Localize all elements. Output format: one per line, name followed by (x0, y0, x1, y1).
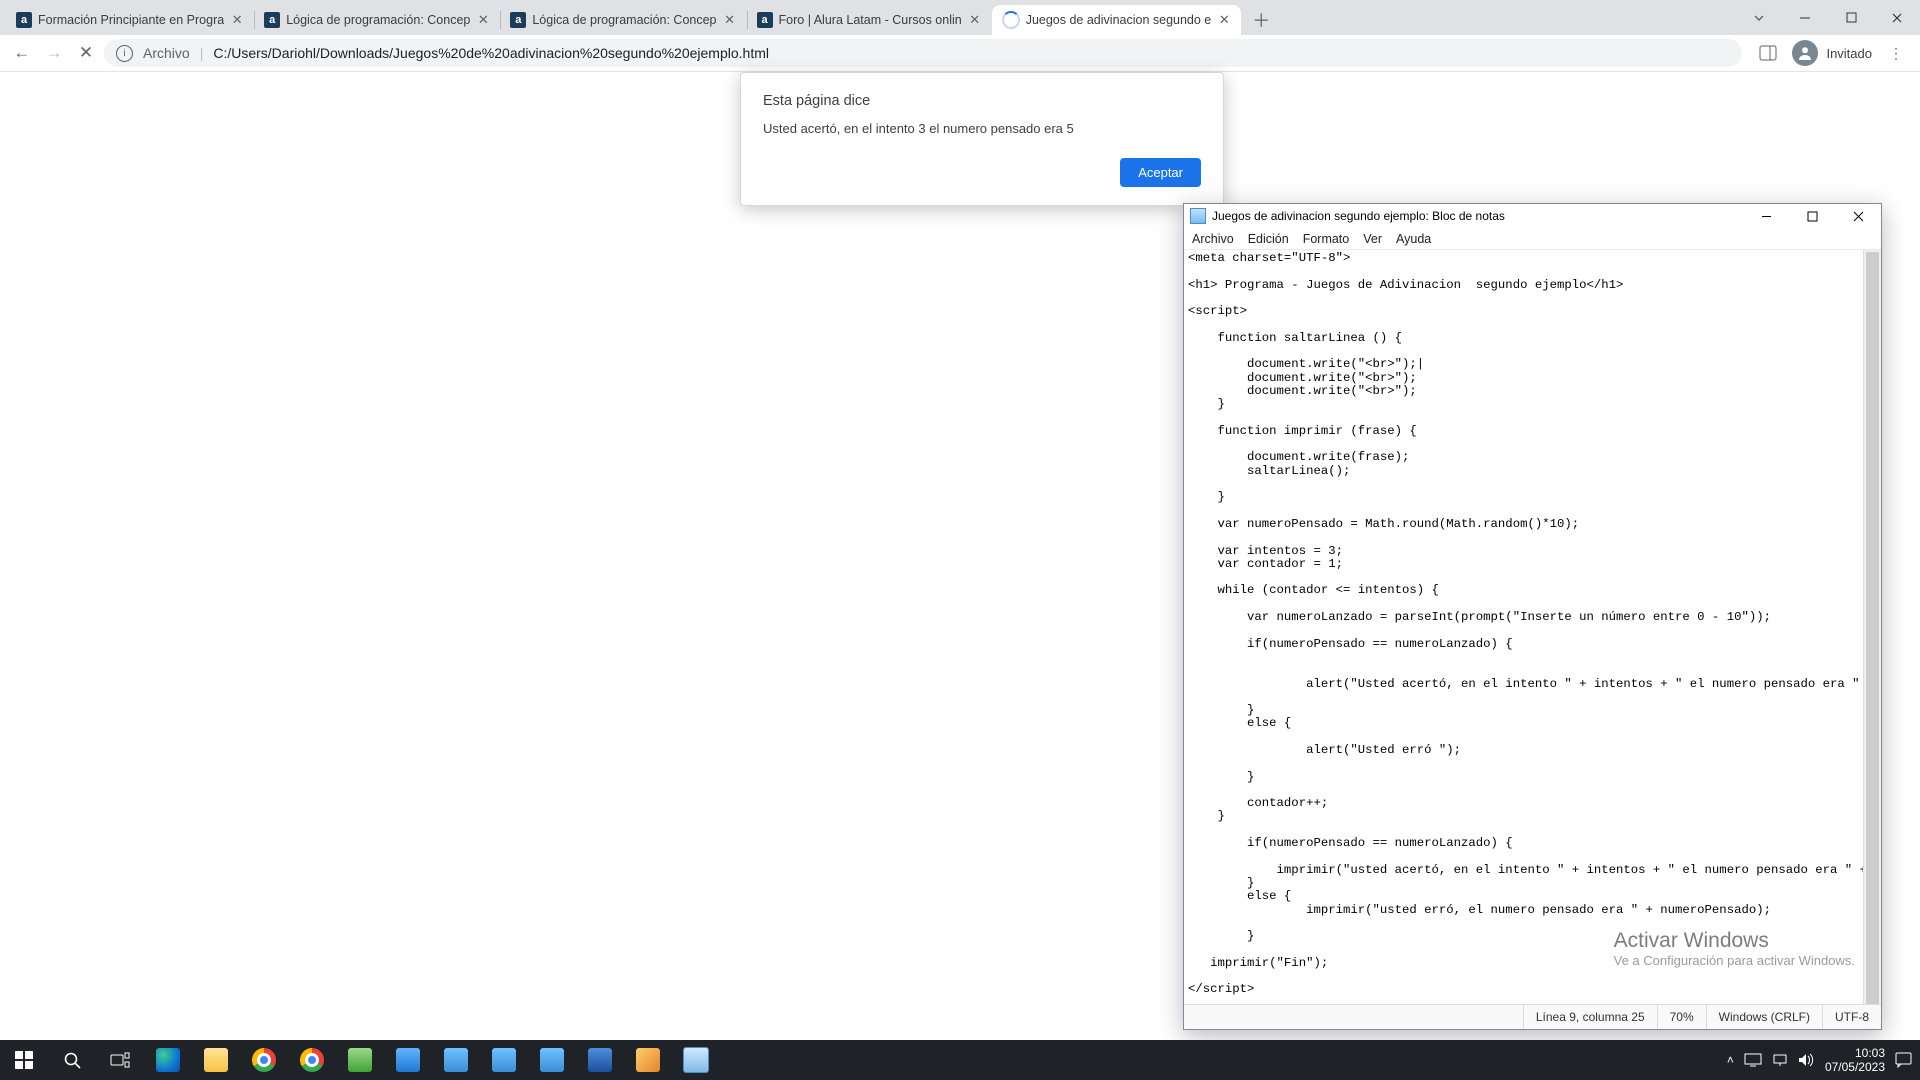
taskbar-app-edge[interactable] (144, 1040, 192, 1080)
alert-accept-button[interactable]: Aceptar (1120, 158, 1201, 187)
tab-label: Lógica de programación: Concep (532, 13, 716, 27)
window-controls (1736, 0, 1920, 35)
tray-date: 07/05/2023 (1825, 1060, 1885, 1074)
close-icon[interactable] (1835, 204, 1881, 228)
menu-format[interactable]: Formato (1303, 232, 1350, 246)
loading-icon (1002, 11, 1020, 29)
tray-chevron-icon[interactable]: ˄ (1727, 1053, 1734, 1067)
taskbar-app-explorer[interactable] (192, 1040, 240, 1080)
close-icon[interactable]: ✕ (968, 13, 982, 27)
taskbar-app-chrome[interactable] (240, 1040, 288, 1080)
taskbar-app-paint[interactable] (624, 1040, 672, 1080)
forward-button[interactable]: → (40, 39, 68, 67)
tab-label: Formación Principiante en Progra (38, 13, 224, 27)
minimize-icon[interactable] (1782, 0, 1828, 35)
file-info-icon: i (116, 45, 133, 62)
tray-time: 10:03 (1825, 1046, 1885, 1060)
alert-title: Esta página dice (763, 93, 1201, 109)
tab-0[interactable]: a Formación Principiante en Progra ✕ (6, 5, 254, 35)
taskbar: ˄ 10:03 07/05/2023 (0, 1040, 1920, 1080)
notepad-content[interactable]: <meta charset="UTF-8"> <h1> Programa - J… (1184, 250, 1881, 999)
notepad-menubar: Archivo Edición Formato Ver Ayuda (1184, 228, 1881, 250)
taskbar-app-5[interactable] (336, 1040, 384, 1080)
status-eol: Windows (CRLF) (1706, 1005, 1822, 1029)
tab-label: Foro | Alura Latam - Cursos onlin (779, 13, 962, 27)
profile-label: Invitado (1826, 46, 1872, 61)
tray-network-icon[interactable] (1772, 1053, 1788, 1067)
menu-kebab-icon[interactable]: ⋮ (1880, 37, 1912, 69)
taskbar-app-chrome-canary[interactable] (288, 1040, 336, 1080)
menu-view[interactable]: Ver (1363, 232, 1382, 246)
tab-4-active[interactable]: Juegos de adivinacion segundo e ✕ (992, 5, 1242, 35)
js-alert-dialog: Esta página dice Usted acertó, en el int… (740, 72, 1224, 206)
favicon-icon: a (264, 12, 280, 28)
favicon-icon: a (510, 12, 526, 28)
stop-button[interactable]: ✕ (72, 39, 100, 67)
status-caret: Línea 9, columna 25 (1523, 1005, 1657, 1029)
close-icon[interactable]: ✕ (723, 13, 737, 27)
tab-label: Lógica de programación: Concep (286, 13, 470, 27)
taskbar-app-8[interactable] (480, 1040, 528, 1080)
favicon-icon: a (757, 12, 773, 28)
close-icon[interactable]: ✕ (1217, 13, 1231, 27)
notepad-icon (1190, 208, 1206, 224)
tab-1[interactable]: a Lógica de programación: Concep ✕ (254, 5, 500, 35)
taskview-button[interactable] (96, 1040, 144, 1080)
taskbar-app-9[interactable] (528, 1040, 576, 1080)
menu-help[interactable]: Ayuda (1396, 232, 1431, 246)
status-encoding: UTF-8 (1822, 1005, 1881, 1029)
taskbar-app-10[interactable] (576, 1040, 624, 1080)
start-button[interactable] (0, 1040, 48, 1080)
scrollbar-vertical[interactable] (1863, 250, 1881, 1004)
notepad-title: Juegos de adivinacion segundo ejemplo: B… (1212, 209, 1505, 223)
menu-edit[interactable]: Edición (1248, 232, 1289, 246)
taskbar-app-7[interactable] (432, 1040, 480, 1080)
separator: | (200, 45, 204, 61)
favicon-icon: a (16, 12, 32, 28)
url-path: C:/Users/Dariohl/Downloads/Juegos%20de%2… (213, 45, 769, 61)
taskbar-app-notepad[interactable] (672, 1040, 720, 1080)
minimize-icon[interactable] (1743, 204, 1789, 228)
side-panel-icon[interactable] (1752, 37, 1784, 69)
search-button[interactable] (48, 1040, 96, 1080)
back-button[interactable]: ← (8, 39, 36, 67)
system-tray: ˄ 10:03 07/05/2023 (1727, 1046, 1920, 1074)
tray-notifications-icon[interactable] (1895, 1052, 1912, 1068)
notepad-window: Juegos de adivinacion segundo ejemplo: B… (1183, 203, 1882, 1030)
close-icon[interactable]: ✕ (476, 13, 490, 27)
notepad-titlebar[interactable]: Juegos de adivinacion segundo ejemplo: B… (1184, 204, 1881, 228)
tray-display-icon[interactable] (1744, 1053, 1762, 1067)
close-icon[interactable]: ✕ (230, 13, 244, 27)
notepad-text-area[interactable]: <meta charset="UTF-8"> <h1> Programa - J… (1184, 250, 1881, 1004)
omnibox[interactable]: i Archivo | C:/Users/Dariohl/Downloads/J… (104, 39, 1742, 67)
scrollbar-thumb[interactable] (1866, 252, 1879, 1004)
notepad-statusbar: Línea 9, columna 25 70% Windows (CRLF) U… (1184, 1004, 1881, 1029)
menu-file[interactable]: Archivo (1192, 232, 1234, 246)
taskbar-app-6[interactable] (384, 1040, 432, 1080)
tray-volume-icon[interactable] (1798, 1053, 1815, 1067)
maximize-icon[interactable] (1789, 204, 1835, 228)
maximize-icon[interactable] (1828, 0, 1874, 35)
alert-message: Usted acertó, en el intento 3 el numero … (763, 121, 1201, 136)
close-icon[interactable] (1874, 0, 1920, 35)
status-zoom: 70% (1657, 1005, 1706, 1029)
tray-clock[interactable]: 10:03 07/05/2023 (1825, 1046, 1885, 1074)
address-bar: ← → ✕ i Archivo | C:/Users/Dariohl/Downl… (0, 35, 1920, 72)
tab-3[interactable]: a Foro | Alura Latam - Cursos onlin ✕ (747, 5, 992, 35)
tab-2[interactable]: a Lógica de programación: Concep ✕ (500, 5, 746, 35)
new-tab-button[interactable]: ＋ (1247, 6, 1275, 34)
tab-label: Juegos de adivinacion segundo e (1026, 13, 1212, 27)
profile-avatar-icon[interactable] (1792, 40, 1818, 66)
caret-down-icon[interactable] (1736, 0, 1782, 35)
tab-bar: a Formación Principiante en Progra ✕ a L… (0, 0, 1920, 35)
scheme-label: Archivo (143, 45, 190, 61)
